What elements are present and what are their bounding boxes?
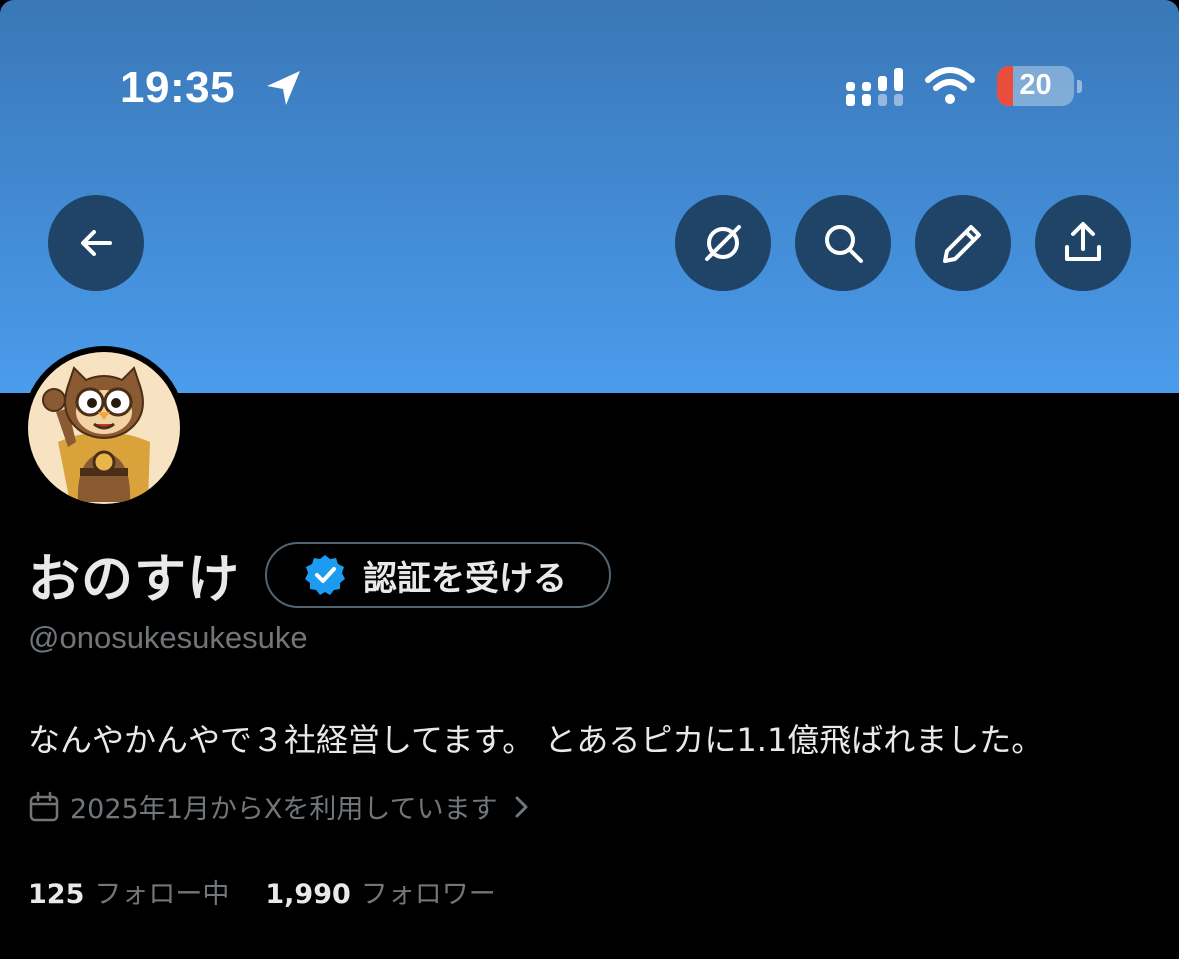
- following-count: 125: [28, 879, 85, 910]
- profile-handle: @onosukesukesuke: [28, 620, 308, 655]
- cellular-signal-icon: [846, 68, 903, 106]
- battery-percentage: 20: [1019, 69, 1052, 101]
- get-verified-label: 認証を受ける: [363, 558, 567, 599]
- back-button[interactable]: [48, 195, 144, 291]
- search-icon: [825, 225, 863, 263]
- joined-date-text: 2025年1月からXを利用しています: [70, 794, 498, 825]
- followers-link[interactable]: 1,990 フォロワー: [265, 872, 495, 911]
- profile-display-name: おのすけ: [28, 550, 241, 610]
- share-button[interactable]: [1035, 195, 1131, 291]
- back-arrow-icon: [81, 230, 112, 256]
- status-bar: 19:35 20: [0, 0, 1179, 140]
- calendar-icon: [29, 791, 59, 821]
- pencil-icon: [943, 225, 981, 263]
- profile-avatar[interactable]: [22, 346, 186, 510]
- profile-bio: なんやかんやで３社経営してます。 とあるピカに1.1億飛ばれました。: [28, 721, 1044, 759]
- following-link[interactable]: 125 フォロー中: [28, 872, 229, 911]
- battery-cap: [1077, 80, 1082, 93]
- get-verified-button[interactable]: 認証を受ける: [265, 542, 611, 608]
- wifi-icon: [925, 67, 975, 104]
- grok-button[interactable]: [675, 195, 771, 291]
- search-button[interactable]: [795, 195, 891, 291]
- joined-date-row[interactable]: 2025年1月からXを利用しています: [28, 787, 532, 826]
- followers-count: 1,990: [265, 879, 351, 910]
- owl-mascot-avatar-image: [28, 352, 180, 504]
- location-arrow-icon: [267, 71, 300, 105]
- grok-icon: [705, 225, 741, 261]
- status-time: 19:35: [120, 63, 236, 112]
- followers-label: フォロワー: [360, 879, 496, 910]
- share-icon: [1065, 222, 1101, 261]
- verified-badge-icon: [305, 555, 345, 595]
- following-label: フォロー中: [94, 879, 230, 910]
- battery-icon: 20: [997, 66, 1074, 106]
- chevron-right-icon: [515, 796, 528, 817]
- edit-button[interactable]: [915, 195, 1011, 291]
- follow-stats: 125 フォロー中 1,990 フォロワー: [28, 872, 496, 911]
